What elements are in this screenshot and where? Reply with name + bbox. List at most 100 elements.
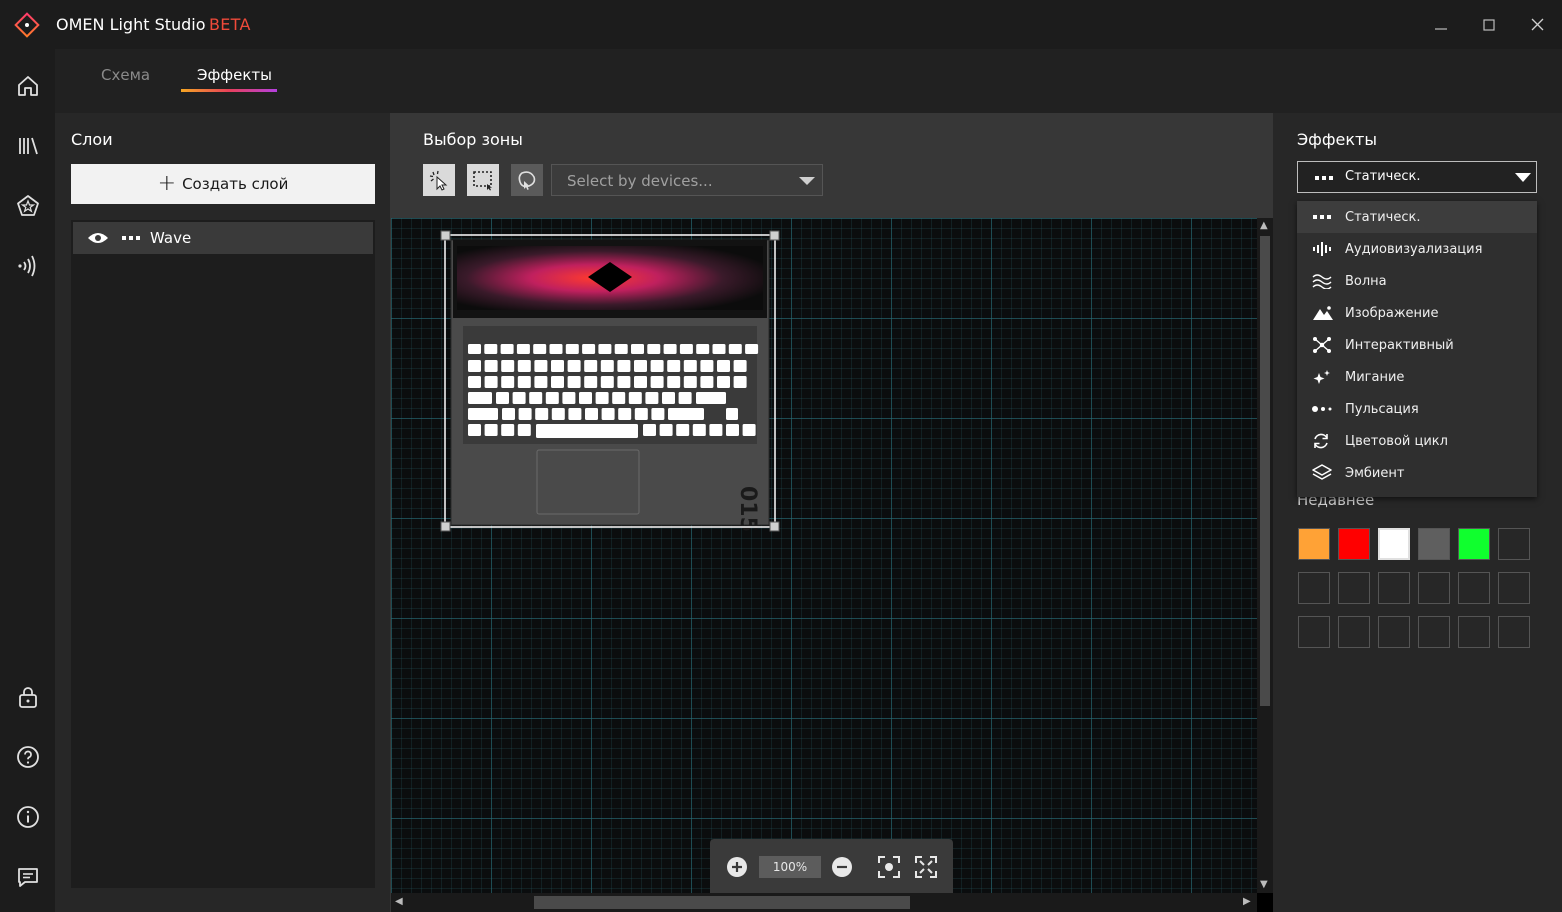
nav-sync-button[interactable] xyxy=(12,250,44,282)
keyboard-key xyxy=(728,344,742,354)
minimize-button[interactable] xyxy=(1417,0,1465,49)
fullscreen-icon[interactable] xyxy=(914,855,938,879)
empty-color-swatch[interactable] xyxy=(1498,572,1530,604)
effect-option-label: Аудиовизуализация xyxy=(1345,241,1483,257)
scroll-right-icon[interactable]: ▶ xyxy=(1243,897,1251,907)
keyboard-key xyxy=(712,344,726,354)
recent-color-swatch[interactable] xyxy=(1458,528,1490,560)
keyboard-key xyxy=(567,376,581,388)
recent-color-swatch[interactable] xyxy=(1298,528,1330,560)
vertical-scroll-thumb[interactable] xyxy=(1260,236,1270,706)
horizontal-scroll-thumb[interactable] xyxy=(534,896,910,909)
lasso-select-icon xyxy=(518,171,536,190)
effect-option-color-cycle[interactable]: Цветовой цикл xyxy=(1297,425,1537,457)
keyboard-key xyxy=(634,376,647,388)
vertical-scrollbar[interactable]: ▲ ▼ xyxy=(1257,218,1273,893)
effect-option-static[interactable]: Статическ. xyxy=(1297,201,1537,233)
nav-home-button[interactable] xyxy=(12,70,44,102)
pointer-select-button[interactable] xyxy=(423,164,455,196)
tab-scheme[interactable]: Схема xyxy=(101,66,150,84)
tab-effects[interactable]: Эффекты xyxy=(197,66,272,84)
nav-info-button[interactable] xyxy=(12,801,44,833)
effect-option-label: Пульсация xyxy=(1345,401,1419,417)
effect-option-blink[interactable]: Мигание xyxy=(1297,361,1537,393)
rectangle-select-button[interactable] xyxy=(467,164,499,196)
keyboard-key xyxy=(468,392,492,404)
keyboard-key xyxy=(679,344,693,354)
nav-feedback-button[interactable] xyxy=(12,861,44,893)
effect-option-audio[interactable]: Аудиовизуализация xyxy=(1297,233,1537,265)
device-select-placeholder: Select by devices... xyxy=(567,172,713,190)
keyboard-key xyxy=(733,376,747,388)
keyboard-key xyxy=(582,344,596,354)
layer-row[interactable]: Wave xyxy=(73,222,373,254)
empty-color-swatch[interactable] xyxy=(1298,616,1330,648)
scroll-left-icon[interactable]: ◀ xyxy=(395,897,403,907)
zone-canvas[interactable]: 015 xyxy=(391,218,1257,893)
eye-icon[interactable] xyxy=(87,231,109,245)
effect-select[interactable]: Статическ. xyxy=(1297,161,1537,193)
nav-library-button[interactable] xyxy=(12,130,44,162)
keyboard-key xyxy=(516,344,530,354)
empty-color-swatch[interactable] xyxy=(1378,572,1410,604)
close-button[interactable] xyxy=(1513,0,1561,49)
static-dots-icon xyxy=(1313,215,1331,219)
keyboard-key xyxy=(584,360,598,372)
empty-color-swatch[interactable] xyxy=(1498,616,1530,648)
nav-help-button[interactable] xyxy=(12,741,44,773)
create-layer-button[interactable]: + Создать слой xyxy=(71,164,375,204)
effect-option-pulse[interactable]: Пульсация xyxy=(1297,393,1537,425)
nav-presets-button[interactable] xyxy=(12,190,44,222)
empty-color-swatch[interactable] xyxy=(1378,616,1410,648)
keyboard-key xyxy=(468,424,481,436)
effect-option-ambient[interactable]: Эмбиент xyxy=(1297,457,1537,489)
scroll-down-icon[interactable]: ▼ xyxy=(1260,880,1268,890)
recent-color-swatch[interactable] xyxy=(1418,528,1450,560)
empty-color-swatch[interactable] xyxy=(1458,616,1490,648)
effect-option-label: Эмбиент xyxy=(1345,465,1405,481)
nav-lock-button[interactable] xyxy=(12,681,44,713)
keyboard-key xyxy=(631,344,644,354)
effect-option-image[interactable]: Изображение xyxy=(1297,297,1537,329)
keyboard-key xyxy=(535,408,549,420)
keyboard-key xyxy=(551,376,564,388)
keyboard-key xyxy=(579,392,592,404)
device-select[interactable]: Select by devices... xyxy=(551,164,823,196)
keyboard-key xyxy=(517,376,531,388)
zoom-level-field[interactable]: 100% xyxy=(759,856,821,878)
effect-option-wave[interactable]: Волна xyxy=(1297,265,1537,297)
lasso-select-button[interactable] xyxy=(511,164,543,196)
keyboard-key xyxy=(600,360,614,372)
empty-color-swatch[interactable] xyxy=(1298,572,1330,604)
scroll-up-icon[interactable]: ▲ xyxy=(1260,221,1268,231)
recent-color-swatch[interactable] xyxy=(1378,528,1410,560)
keyboard-key xyxy=(628,392,642,404)
zoom-toolbar: 100% xyxy=(710,839,953,893)
fit-selection-icon[interactable] xyxy=(877,855,901,879)
empty-color-swatch[interactable] xyxy=(1338,616,1370,648)
empty-color-swatch[interactable] xyxy=(1418,572,1450,604)
keyboard-key xyxy=(549,344,563,354)
effect-option-interactive[interactable]: Интерактивный xyxy=(1297,329,1537,361)
active-tab-indicator xyxy=(181,89,277,92)
keyboard-key xyxy=(533,344,547,354)
zoom-in-icon[interactable] xyxy=(726,856,748,878)
audio-bars-icon xyxy=(1313,242,1331,256)
keyboard-key xyxy=(551,408,565,420)
keyboard-key xyxy=(551,360,564,372)
empty-color-swatch[interactable] xyxy=(1498,528,1530,560)
keyboard-key xyxy=(512,392,526,404)
effect-option-label: Волна xyxy=(1345,273,1387,289)
keyboard-key xyxy=(634,360,647,372)
empty-color-swatch[interactable] xyxy=(1338,572,1370,604)
empty-color-swatch[interactable] xyxy=(1418,616,1450,648)
maximize-button[interactable] xyxy=(1465,0,1513,49)
empty-color-swatch[interactable] xyxy=(1458,572,1490,604)
effects-panel: Эффекты Статическ. Недавнее Статическ. А… xyxy=(1273,113,1562,912)
keyboard-key xyxy=(598,344,612,354)
zoom-out-icon[interactable] xyxy=(831,856,853,878)
keyboard-key xyxy=(468,376,481,388)
recent-color-swatch[interactable] xyxy=(1338,528,1370,560)
keyboard-key xyxy=(568,408,582,420)
horizontal-scrollbar[interactable]: ◀ ▶ xyxy=(391,893,1257,912)
